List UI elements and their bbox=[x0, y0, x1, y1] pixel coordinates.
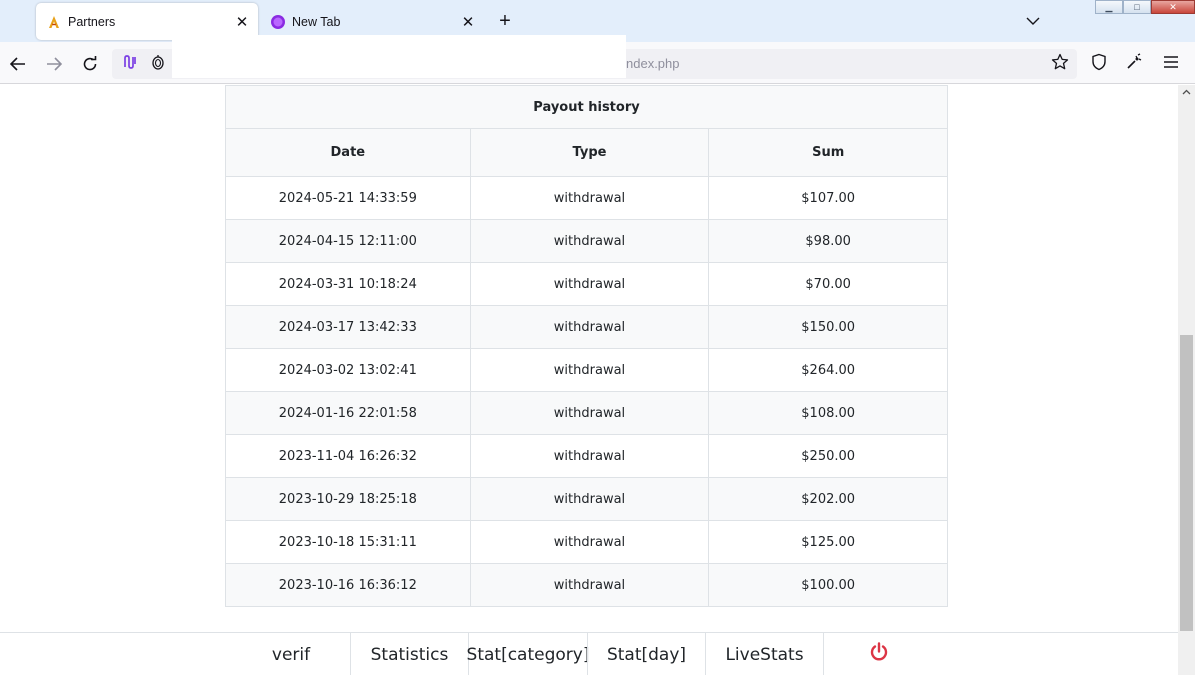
cell-sum: $125.00 bbox=[708, 520, 948, 564]
partners-logo-icon bbox=[46, 14, 62, 30]
private-browsing-icon bbox=[270, 14, 286, 30]
cell-date: 2024-01-16 22:01:58 bbox=[225, 391, 471, 435]
cell-sum: $108.00 bbox=[708, 391, 948, 435]
cell-type: withdrawal bbox=[469, 477, 710, 521]
cell-date: 2023-10-16 16:36:12 bbox=[225, 563, 471, 607]
minimize-icon[interactable]: ▁ bbox=[1095, 0, 1123, 14]
table-row: 2023-11-04 16:26:32 withdrawal $250.00 bbox=[225, 434, 948, 478]
cell-type: withdrawal bbox=[469, 176, 710, 220]
scrollbar-thumb[interactable] bbox=[1180, 335, 1193, 631]
vertical-scrollbar[interactable] bbox=[1178, 85, 1195, 675]
shield-icon[interactable] bbox=[1089, 52, 1109, 72]
cell-date: 2024-03-02 13:02:41 bbox=[225, 348, 471, 392]
column-header-sum: Sum bbox=[708, 128, 948, 177]
cell-date: 2023-10-29 18:25:18 bbox=[225, 477, 471, 521]
url-text[interactable]: ndex.php bbox=[626, 56, 680, 71]
cell-date: 2024-03-31 10:18:24 bbox=[225, 262, 471, 306]
cell-sum: $98.00 bbox=[708, 219, 948, 263]
cell-sum: $107.00 bbox=[708, 176, 948, 220]
cell-type: withdrawal bbox=[469, 219, 710, 263]
page-content: Payout history Date Type Sum 2024-05-21 … bbox=[0, 85, 1178, 675]
hamburger-menu-icon[interactable] bbox=[1161, 52, 1181, 72]
tab-title: Partners bbox=[68, 14, 116, 29]
cell-type: withdrawal bbox=[469, 305, 710, 349]
bookmark-star-icon[interactable] bbox=[1050, 52, 1070, 72]
window-controls: ▁ □ ✕ bbox=[1095, 0, 1195, 14]
tracking-protection-icon[interactable] bbox=[148, 52, 168, 72]
cell-type: withdrawal bbox=[469, 563, 710, 607]
cell-type: withdrawal bbox=[469, 520, 710, 564]
maximize-icon[interactable]: □ bbox=[1123, 0, 1151, 14]
table-row: 2024-03-02 13:02:41 withdrawal $264.00 bbox=[225, 348, 948, 392]
table-row: 2023-10-18 15:31:11 withdrawal $125.00 bbox=[225, 520, 948, 564]
close-tab-icon[interactable]: ✕ bbox=[456, 10, 480, 34]
cell-type: withdrawal bbox=[469, 262, 710, 306]
payout-history-table: Payout history Date Type Sum 2024-05-21 … bbox=[225, 85, 948, 607]
cell-date: 2024-04-15 12:11:00 bbox=[225, 219, 471, 263]
chevron-down-icon[interactable] bbox=[1020, 9, 1046, 33]
table-row: 2024-05-21 14:33:59 withdrawal $107.00 bbox=[225, 176, 948, 220]
cell-date: 2023-11-04 16:26:32 bbox=[225, 434, 471, 478]
nav-link-statistics[interactable]: Statistics bbox=[350, 633, 468, 675]
window-close-icon[interactable]: ✕ bbox=[1151, 0, 1195, 14]
cell-type: withdrawal bbox=[469, 434, 710, 478]
extensions-puzzle-icon[interactable] bbox=[1124, 52, 1144, 72]
cell-date: 2024-05-21 14:33:59 bbox=[225, 176, 471, 220]
bottom-navigation: verif Statistics Stat[category] Stat[day… bbox=[0, 632, 1178, 675]
tab-title: New Tab bbox=[292, 14, 341, 29]
column-header-date: Date bbox=[225, 128, 471, 177]
column-header-type: Type bbox=[469, 128, 710, 177]
table-caption: Payout history bbox=[225, 85, 948, 129]
reload-icon[interactable] bbox=[76, 50, 104, 78]
cell-date: 2024-03-17 13:42:33 bbox=[225, 305, 471, 349]
nav-link-verif[interactable]: verif bbox=[232, 633, 350, 675]
back-arrow-icon[interactable] bbox=[4, 50, 32, 78]
scroll-up-arrow-icon[interactable] bbox=[1178, 85, 1195, 99]
table-row: 2024-03-31 10:18:24 withdrawal $70.00 bbox=[225, 262, 948, 306]
cell-date: 2023-10-18 15:31:11 bbox=[225, 520, 471, 564]
power-icon bbox=[869, 642, 889, 667]
cell-type: withdrawal bbox=[469, 391, 710, 435]
redacted-area bbox=[172, 35, 626, 78]
close-tab-icon[interactable]: ✕ bbox=[230, 10, 254, 34]
cell-sum: $264.00 bbox=[708, 348, 948, 392]
forward-arrow-icon[interactable] bbox=[40, 50, 68, 78]
cell-sum: $100.00 bbox=[708, 563, 948, 607]
logout-button[interactable] bbox=[823, 633, 933, 675]
table-row: 2024-04-15 12:11:00 withdrawal $98.00 bbox=[225, 219, 948, 263]
table-row: 2023-10-16 16:36:12 withdrawal $100.00 bbox=[225, 563, 948, 607]
nav-link-livestats[interactable]: LiveStats bbox=[705, 633, 823, 675]
cell-type: withdrawal bbox=[469, 348, 710, 392]
nav-link-stat-category[interactable]: Stat[category] bbox=[467, 633, 589, 675]
cell-sum: $202.00 bbox=[708, 477, 948, 521]
cell-sum: $150.00 bbox=[708, 305, 948, 349]
cell-sum: $70.00 bbox=[708, 262, 948, 306]
new-tab-plus-icon[interactable]: + bbox=[492, 8, 518, 34]
table-row: 2023-10-29 18:25:18 withdrawal $202.00 bbox=[225, 477, 948, 521]
nav-link-stat-day[interactable]: Stat[day] bbox=[587, 633, 705, 675]
extension-icon[interactable] bbox=[120, 52, 140, 72]
cell-sum: $250.00 bbox=[708, 434, 948, 478]
table-row: 2024-03-17 13:42:33 withdrawal $150.00 bbox=[225, 305, 948, 349]
table-row: 2024-01-16 22:01:58 withdrawal $108.00 bbox=[225, 391, 948, 435]
